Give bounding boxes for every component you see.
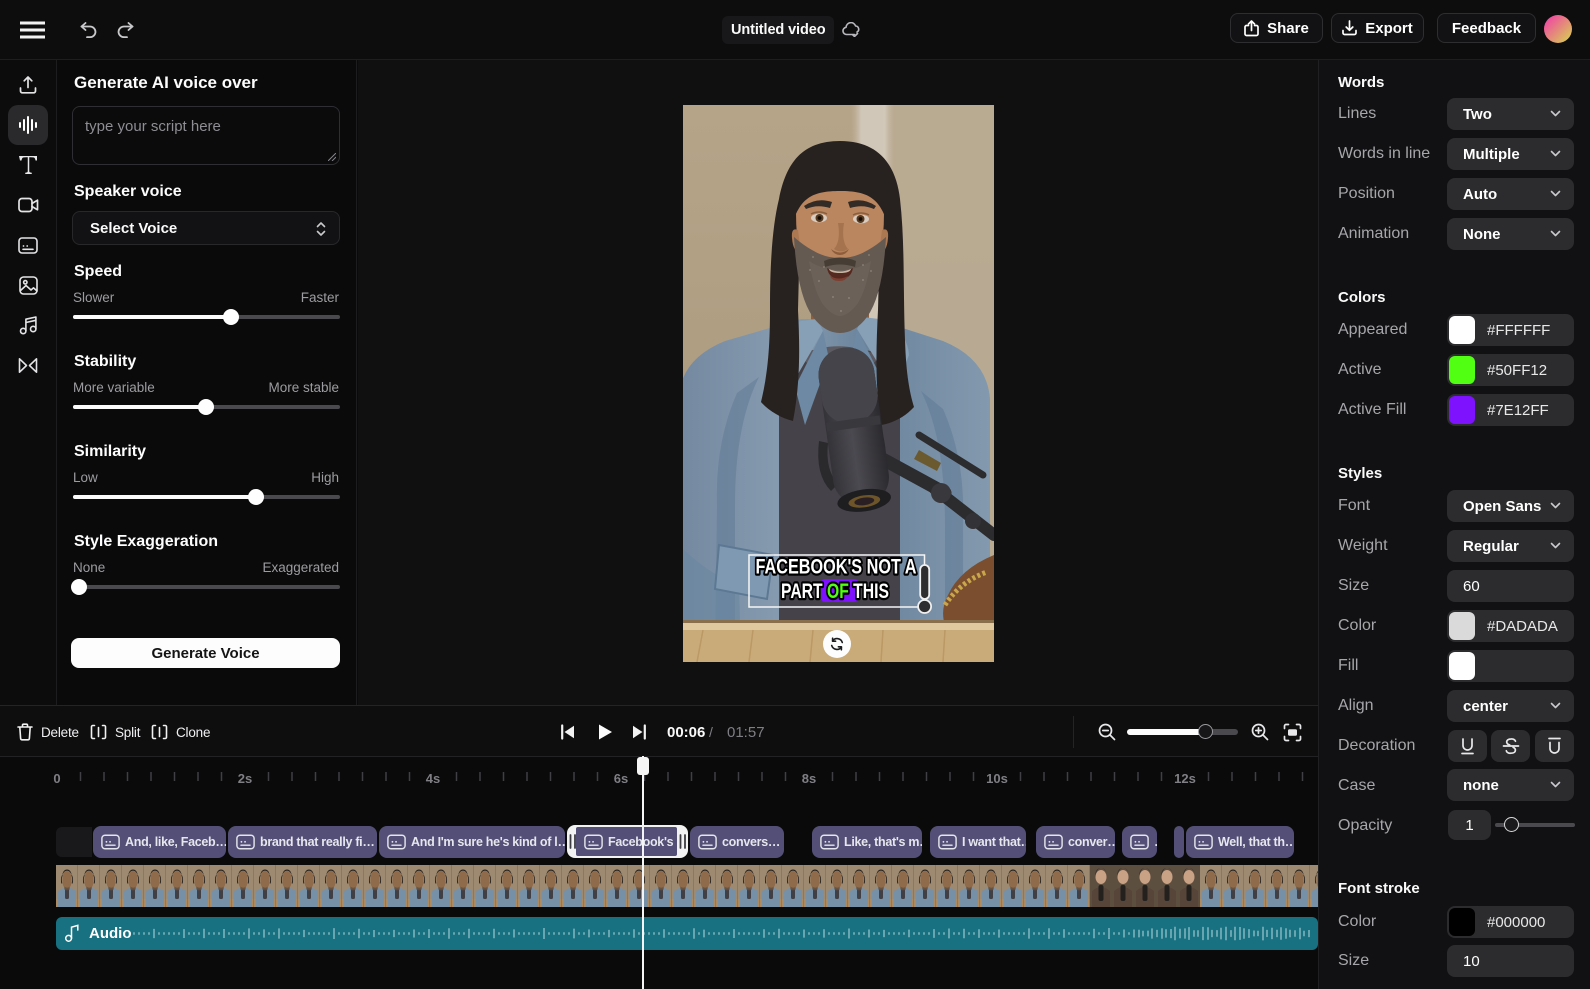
svg-text:PART OF THIS: PART OF THIS [781, 579, 889, 603]
svg-text:FACEBOOK'S NOT A: FACEBOOK'S NOT A [756, 555, 917, 579]
